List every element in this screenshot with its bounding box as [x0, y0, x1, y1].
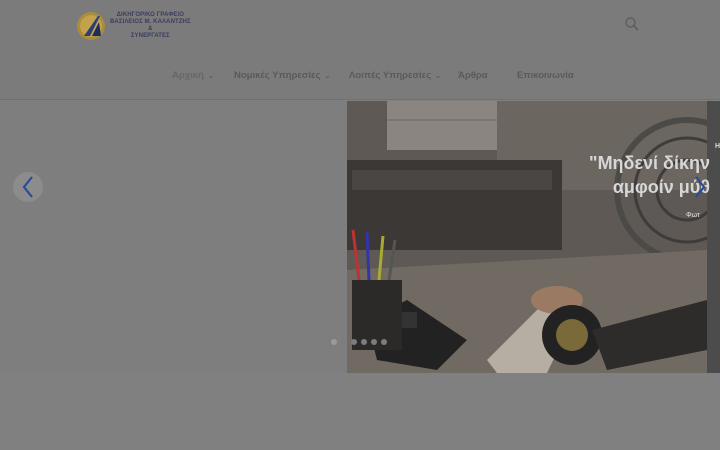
nav-item-label: Λοιπές Υπηρεσίες — [349, 70, 432, 81]
page-below-slider — [0, 373, 720, 450]
slider-dot[interactable] — [381, 339, 387, 345]
chevron-down-icon: ⌄ — [435, 72, 442, 80]
slider-dot[interactable] — [351, 339, 357, 345]
slider-dot[interactable] — [341, 339, 347, 345]
slider-pagination — [331, 339, 387, 345]
nav-item-label: Άρθρα — [458, 70, 488, 81]
slide-caption: Φωτ — [686, 212, 700, 219]
page: ΔΙΚΗΓΟΡΙΚΟ ΓΡΑΦΕΙΟ ΒΑΣΙΛΕΙΟΣ Μ. ΚΑΛΑΝΤΖΗ… — [0, 0, 720, 450]
logo-line-3: & — [148, 26, 153, 32]
slider-next-button[interactable] — [685, 172, 715, 202]
slide-photo — [347, 101, 707, 373]
main-nav: Αρχική ⌄ Νομικές Υπηρεσίες ⌄ Λοιπές Υπηρ… — [0, 70, 720, 84]
next-slide-text: Η — [715, 143, 720, 150]
nav-item-articles[interactable]: Άρθρα — [458, 70, 488, 81]
nav-item-home[interactable]: Αρχική ⌄ — [172, 70, 214, 81]
chevron-down-icon: ⌄ — [207, 72, 214, 80]
slider-prev-button[interactable] — [13, 172, 43, 202]
nav-item-label: Επικοινωνία — [517, 70, 574, 81]
search-icon[interactable] — [624, 16, 640, 32]
slider-empty-area — [0, 101, 347, 373]
slide-quote-line-1: "Μηδενί δίκην — [589, 153, 710, 173]
logo-text: ΔΙΚΗΓΟΡΙΚΟ ΓΡΑΦΕΙΟ ΒΑΣΙΛΕΙΟΣ Μ. ΚΑΛΑΝΤΖΗ… — [110, 12, 191, 40]
nav-item-legal-services[interactable]: Νομικές Υπηρεσίες ⌄ — [234, 70, 330, 81]
nav-item-contact[interactable]: Επικοινωνία — [517, 70, 574, 81]
slider-dot[interactable] — [371, 339, 377, 345]
next-slide-preview: Η — [707, 101, 720, 373]
nav-item-label: Νομικές Υπηρεσίες — [234, 70, 321, 81]
slide-quote: "Μηδενί δίκην αμφοίν μύθ — [520, 151, 710, 199]
slide-quote-line-2: αμφοίν μύθ — [612, 177, 710, 197]
logo-line-1: ΔΙΚΗΓΟΡΙΚΟ ΓΡΑΦΕΙΟ — [116, 12, 185, 18]
hero-slider: Η "Μηδενί δίκην αμφοίν μύθ Φωτ — [0, 101, 720, 373]
nav-item-label: Αρχική — [172, 70, 204, 81]
site-logo[interactable]: ΔΙΚΗΓΟΡΙΚΟ ΓΡΑΦΕΙΟ ΒΑΣΙΛΕΙΟΣ Μ. ΚΑΛΑΝΤΖΗ… — [76, 8, 191, 44]
logo-line-2: ΒΑΣΙΛΕΙΟΣ Μ. ΚΑΛΑΝΤΖΗΣ — [110, 19, 191, 25]
logo-emblem-icon — [76, 10, 106, 42]
chevron-left-icon — [22, 176, 33, 198]
site-header: ΔΙΚΗΓΟΡΙΚΟ ΓΡΑΦΕΙΟ ΒΑΣΙΛΕΙΟΣ Μ. ΚΑΛΑΝΤΖΗ… — [0, 0, 720, 100]
chevron-down-icon: ⌄ — [324, 72, 331, 80]
chevron-right-icon — [695, 176, 706, 198]
slider-dot[interactable] — [361, 339, 367, 345]
slider-dot[interactable] — [331, 339, 337, 345]
nav-item-other-services[interactable]: Λοιπές Υπηρεσίες ⌄ — [349, 70, 441, 81]
logo-line-4: ΣΥΝΕΡΓΑΤΕΣ — [130, 33, 170, 39]
